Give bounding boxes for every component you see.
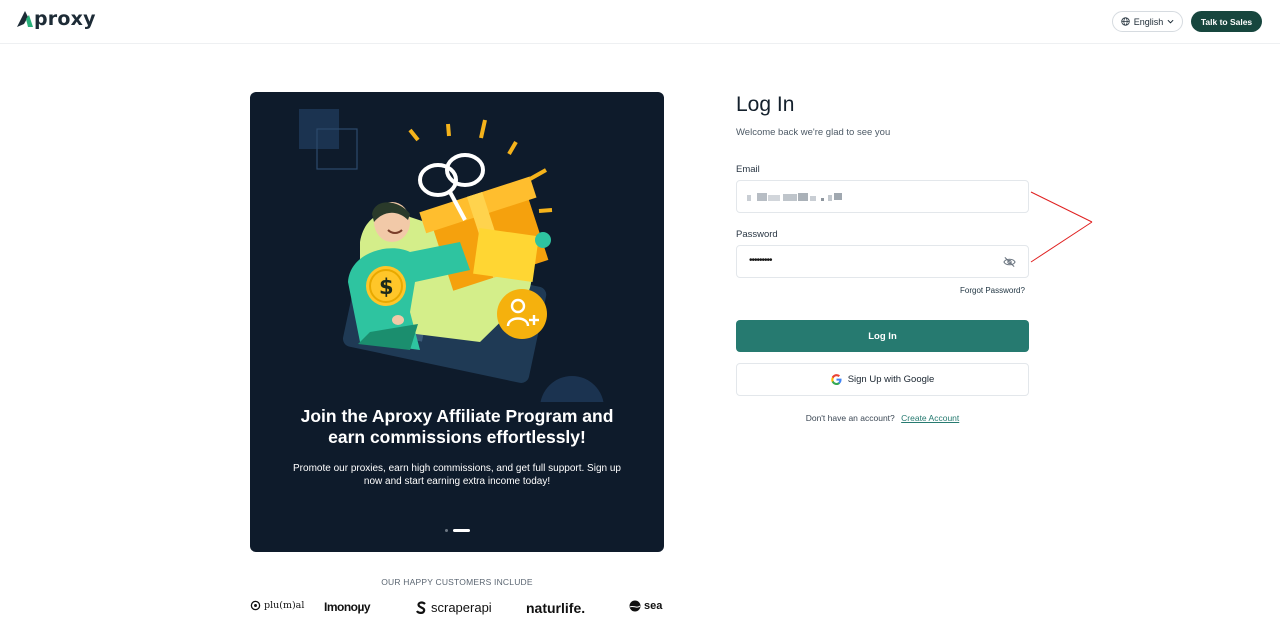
top-header: proxy English Talk to Sales	[0, 0, 1280, 44]
email-field[interactable]	[736, 180, 1029, 213]
gift-illustration: $	[299, 109, 604, 402]
create-account-line: Don't have an account? Create Account	[736, 413, 1029, 423]
svg-text:$: $	[379, 275, 394, 299]
login-title: Log In	[736, 93, 795, 116]
customer-logo-scraperapi: scraperapi	[415, 600, 492, 615]
chevron-down-icon	[1167, 19, 1174, 24]
google-icon	[830, 374, 842, 385]
carousel-dot-2[interactable]	[453, 529, 470, 532]
promo-description: Promote our proxies, earn high commissio…	[293, 463, 621, 487]
customer-logo-sea: sea	[629, 600, 662, 612]
promo-card: $ Join the Aproxy Affiliate Program and …	[250, 92, 664, 552]
password-label: Password	[736, 229, 778, 240]
password-field[interactable]: •••••••••	[736, 245, 1029, 278]
customers-heading: OUR HAPPY CUSTOMERS INCLUDE	[381, 577, 533, 587]
no-account-text: Don't have an account?	[805, 413, 895, 423]
language-selector[interactable]: English	[1112, 11, 1183, 32]
login-submit-button[interactable]: Log In	[736, 320, 1029, 352]
language-label: English	[1133, 16, 1164, 27]
carousel-dots	[445, 529, 470, 532]
eye-off-icon[interactable]	[1003, 256, 1016, 268]
forgot-password-link[interactable]: Forgot Password?	[960, 286, 1025, 295]
scraperapi-mark-icon	[416, 600, 426, 614]
carousel-dot-1[interactable]	[445, 529, 448, 532]
annotation-arrow	[1030, 191, 1093, 263]
globe-icon	[1121, 17, 1130, 26]
plumal-mark-icon	[250, 600, 261, 611]
aproxy-logo-mark-icon	[17, 11, 33, 27]
password-mask: •••••••••	[749, 255, 772, 266]
google-signup-label: Sign Up with Google	[847, 374, 935, 385]
email-redacted-value	[747, 193, 842, 201]
aproxy-logo-text: proxy	[34, 8, 96, 30]
promo-title: Join the Aproxy Affiliate Program and ea…	[300, 406, 614, 447]
create-account-link[interactable]: Create Account	[901, 413, 959, 423]
google-signup-button[interactable]: Sign Up with Google	[736, 363, 1029, 396]
customer-logo-naturlife: naturlife.	[526, 600, 586, 616]
sea-mark-icon	[629, 600, 641, 612]
customer-logo-imonomy: Imonoµy	[324, 600, 371, 614]
email-label: Email	[736, 164, 760, 175]
aproxy-logo[interactable]: proxy	[16, 9, 96, 29]
customer-logo-plumal: plu(m)al	[250, 600, 304, 611]
login-subtitle: Welcome back we're glad to see you	[736, 127, 891, 138]
talk-to-sales-button[interactable]: Talk to Sales	[1191, 11, 1262, 32]
